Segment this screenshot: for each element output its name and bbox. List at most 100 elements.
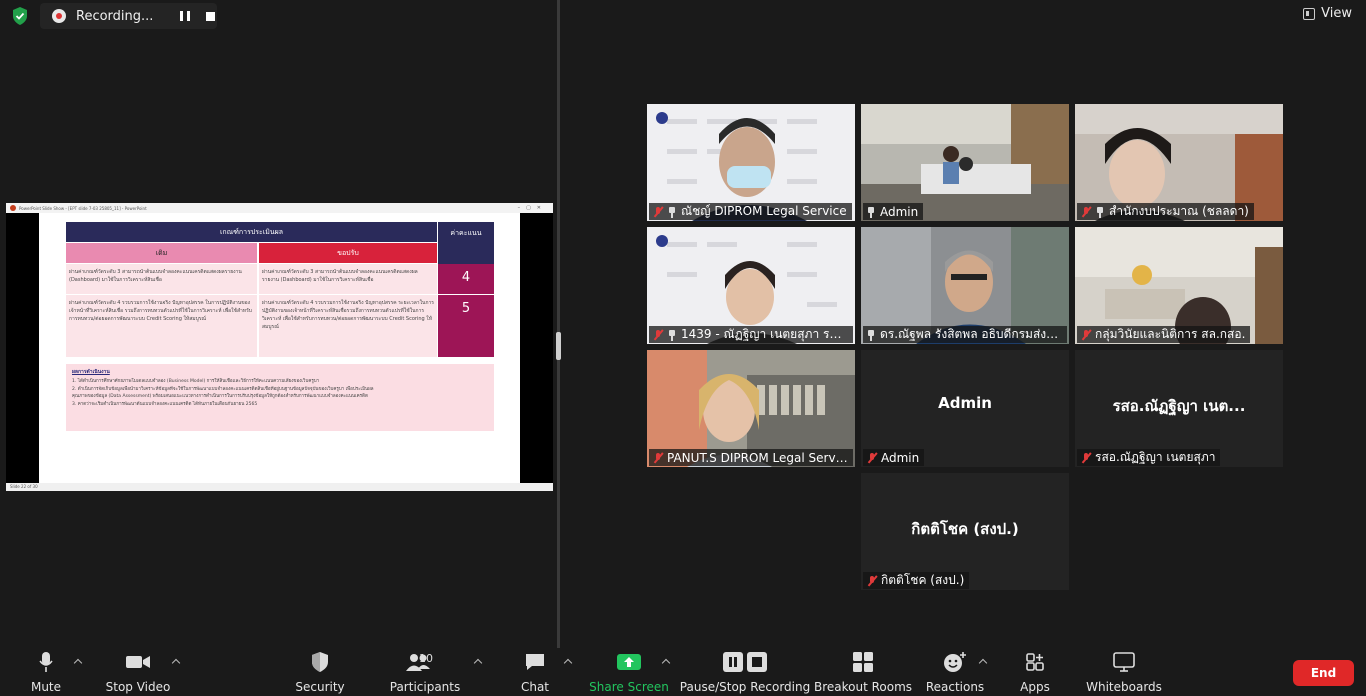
mic-muted-icon (866, 575, 878, 587)
pause-stop-recording-icon (723, 652, 767, 672)
slide-row2-new: ผ่านค่าเกณฑ์วัดระดับ 4 รวบรวมการใช้งานจร… (259, 295, 437, 357)
stop-video-button[interactable]: Stop Video (103, 648, 173, 696)
slide-row1-score: 4 (438, 264, 494, 294)
participant-display-name: กิตติโชค (สงป.) (911, 520, 1019, 538)
slide-row2-old: ผ่านค่าเกณฑ์วัดระดับ 4 รวบรวมการใช้งานจร… (66, 295, 257, 357)
slide-score-header: ค่าคะแนน (438, 222, 494, 264)
reactions-button[interactable]: Reactions (926, 648, 984, 696)
view-label: View (1321, 6, 1352, 21)
video-camera-icon (126, 656, 150, 668)
participant-nametag: รสอ.ณัฏฐิญา เนตยสุภา (1077, 449, 1221, 466)
participant-nametag: กลุ่มวินัยและนิติการ สล.กสอ. (1077, 326, 1251, 343)
participant-name: Admin (881, 450, 920, 465)
participant-display-name: Admin (938, 394, 992, 412)
participant-nametag: PANUT.S DIPROM Legal Service (649, 449, 853, 466)
apps-icon (1026, 653, 1044, 671)
participant-nametag: กิตติโชค (สงป.) (863, 572, 970, 589)
mic-muted-icon (1080, 452, 1092, 464)
meeting-toolbar: Mute Stop Video Security 10 Participants… (0, 648, 1366, 696)
video-tile-no-video[interactable]: กิตติโชค (สงป.) กิตติโชค (สงป.) (861, 473, 1069, 590)
participants-label: Participants (389, 680, 461, 694)
video-tile[interactable]: ณัชญ์ DIPROM Legal Service (647, 104, 855, 221)
powerpoint-icon (10, 205, 16, 211)
stop-recording-icon[interactable] (206, 11, 215, 21)
video-tile[interactable]: 1439 - ณัฏฐิญา เนตยสุภา รอง... (647, 227, 855, 344)
video-tile-no-video[interactable]: Admin Admin (861, 350, 1069, 467)
share-screen-icon (617, 654, 641, 670)
slide-counter: Slide 22 of 30 (10, 484, 38, 489)
mute-button[interactable]: Mute (26, 648, 66, 696)
encryption-shield-icon[interactable] (10, 6, 30, 26)
reactions-options-caret-icon[interactable] (979, 658, 987, 666)
slide-col-old: เดิม (66, 243, 257, 263)
slide-result-line: คุณภาพของข้อมูล (Data Assessment) พร้อมเ… (72, 394, 368, 399)
participant-name: Admin (880, 204, 919, 219)
participant-display-name: รสอ.ณัฏฐิญา เนต... (1112, 397, 1246, 415)
shared-screen[interactable]: PowerPoint Slide Show - [EPT slide 7-03 … (6, 203, 553, 491)
slide-result-title: ผลการดำเนินงาน (72, 369, 110, 375)
reactions-smiley-icon (944, 652, 966, 672)
participant-name: ดร.ณัฐพล รังสิตพล อธิบดีกรมส่งเส... (880, 327, 1062, 341)
mic-muted-icon (652, 206, 664, 218)
participant-nametag: ณัชญ์ DIPROM Legal Service (649, 203, 852, 220)
mute-options-caret-icon[interactable] (74, 658, 82, 666)
breakout-rooms-button[interactable]: Breakout Rooms (814, 648, 912, 696)
participant-name: ณัชญ์ DIPROM Legal Service (681, 204, 847, 218)
zoom-meeting-window: Recording... View PowerPoint Slide Show … (0, 0, 1366, 696)
apps-button[interactable]: Apps (1016, 648, 1054, 696)
participant-nametag: สำนักงบประมาณ (ชลลดา) (1077, 203, 1254, 220)
video-options-caret-icon[interactable] (172, 658, 180, 666)
presentation-slide: เกณฑ์การประเมินผล ค่าคะแนน เดิม ขอปรับ ผ… (39, 213, 520, 483)
slide-row2-score: 5 (438, 295, 494, 357)
mic-muted-icon (1080, 206, 1092, 218)
participants-options-caret-icon[interactable] (474, 658, 482, 666)
end-meeting-button[interactable]: End (1293, 660, 1354, 686)
chat-options-caret-icon[interactable] (564, 658, 572, 666)
video-tile-active-speaker[interactable]: ดร.ณัฐพล รังสิตพล อธิบดีกรมส่งเส... (861, 227, 1069, 344)
pinned-icon (866, 329, 876, 341)
shared-window-titlebar: PowerPoint Slide Show - [EPT slide 7-03 … (6, 203, 553, 213)
participant-nametag: 1439 - ณัฏฐิญา เนตยสุภา รอง... (649, 326, 853, 343)
chat-bubble-icon (526, 654, 544, 670)
mic-muted-icon (652, 452, 664, 464)
participant-nametag: ดร.ณัฐพล รังสิตพล อธิบดีกรมส่งเส... (863, 326, 1067, 343)
participants-button[interactable]: 10 Participants (389, 648, 461, 696)
participant-name: กิตติโชค (สงป.) (881, 573, 965, 587)
pause-recording-icon[interactable] (180, 11, 190, 21)
security-label: Security (295, 680, 345, 694)
split-divider-handle[interactable] (556, 332, 561, 360)
slide-result-line: 3. คาดว่าจะเริ่มดำเนินการพัฒนาต้นแบบจำลอ… (72, 401, 258, 407)
pause-stop-recording-label: Pause/Stop Recording (679, 680, 811, 694)
whiteboards-label: Whiteboards (1086, 680, 1162, 694)
participant-name: PANUT.S DIPROM Legal Service (667, 450, 848, 465)
slide-result-line: 1. ได้ดำเนินการศึกษาศักยภาพโมเดลแบบจำลอง… (72, 379, 320, 384)
security-shield-icon (312, 652, 328, 672)
chat-label: Chat (520, 680, 550, 694)
participant-name: กลุ่มวินัยและนิติการ สล.กสอ. (1095, 327, 1246, 341)
video-tile[interactable]: กลุ่มวินัยและนิติการ สล.กสอ. (1075, 227, 1283, 344)
participants-count: 10 (419, 652, 433, 665)
shared-window-statusbar: Slide 22 of 30 (6, 483, 553, 491)
participant-name: สำนักงบประมาณ (ชลลดา) (1109, 204, 1249, 218)
video-tile[interactable]: สำนักงบประมาณ (ชลลดา) (1075, 104, 1283, 221)
slide-table-title: เกณฑ์การประเมินผล (66, 222, 437, 242)
slide-result-line: 2. ดำเนินการจัดเก็บข้อมูลเพื่อนำมาวิเครา… (72, 386, 374, 392)
chat-button[interactable]: Chat (515, 648, 555, 696)
slide-row1-old: ผ่านค่าเกณฑ์วัดระดับ 3 สามารถนำต้นแบบจำล… (66, 264, 257, 294)
view-icon (1303, 7, 1316, 20)
pinned-icon (1095, 206, 1105, 218)
participant-nametag: Admin (863, 203, 924, 220)
share-screen-label: Share Screen (589, 680, 669, 694)
video-tile-no-video[interactable]: รสอ.ณัฏฐิญา เนต... รสอ.ณัฏฐิญา เนตยสุภา (1075, 350, 1283, 467)
security-button[interactable]: Security (293, 648, 347, 696)
video-tile[interactable]: PANUT.S DIPROM Legal Service (647, 350, 855, 467)
slide-col-new: ขอปรับ (259, 243, 437, 263)
mic-muted-icon (866, 452, 878, 464)
whiteboards-button[interactable]: Whiteboards (1086, 648, 1162, 696)
share-options-caret-icon[interactable] (662, 658, 670, 666)
view-button[interactable]: View (1303, 6, 1352, 21)
pause-stop-recording-button[interactable]: Pause/Stop Recording (680, 648, 810, 696)
video-tile[interactable]: Admin (861, 104, 1069, 221)
window-controls: –▢✕ (517, 205, 547, 211)
share-screen-button[interactable]: Share Screen (589, 648, 669, 696)
